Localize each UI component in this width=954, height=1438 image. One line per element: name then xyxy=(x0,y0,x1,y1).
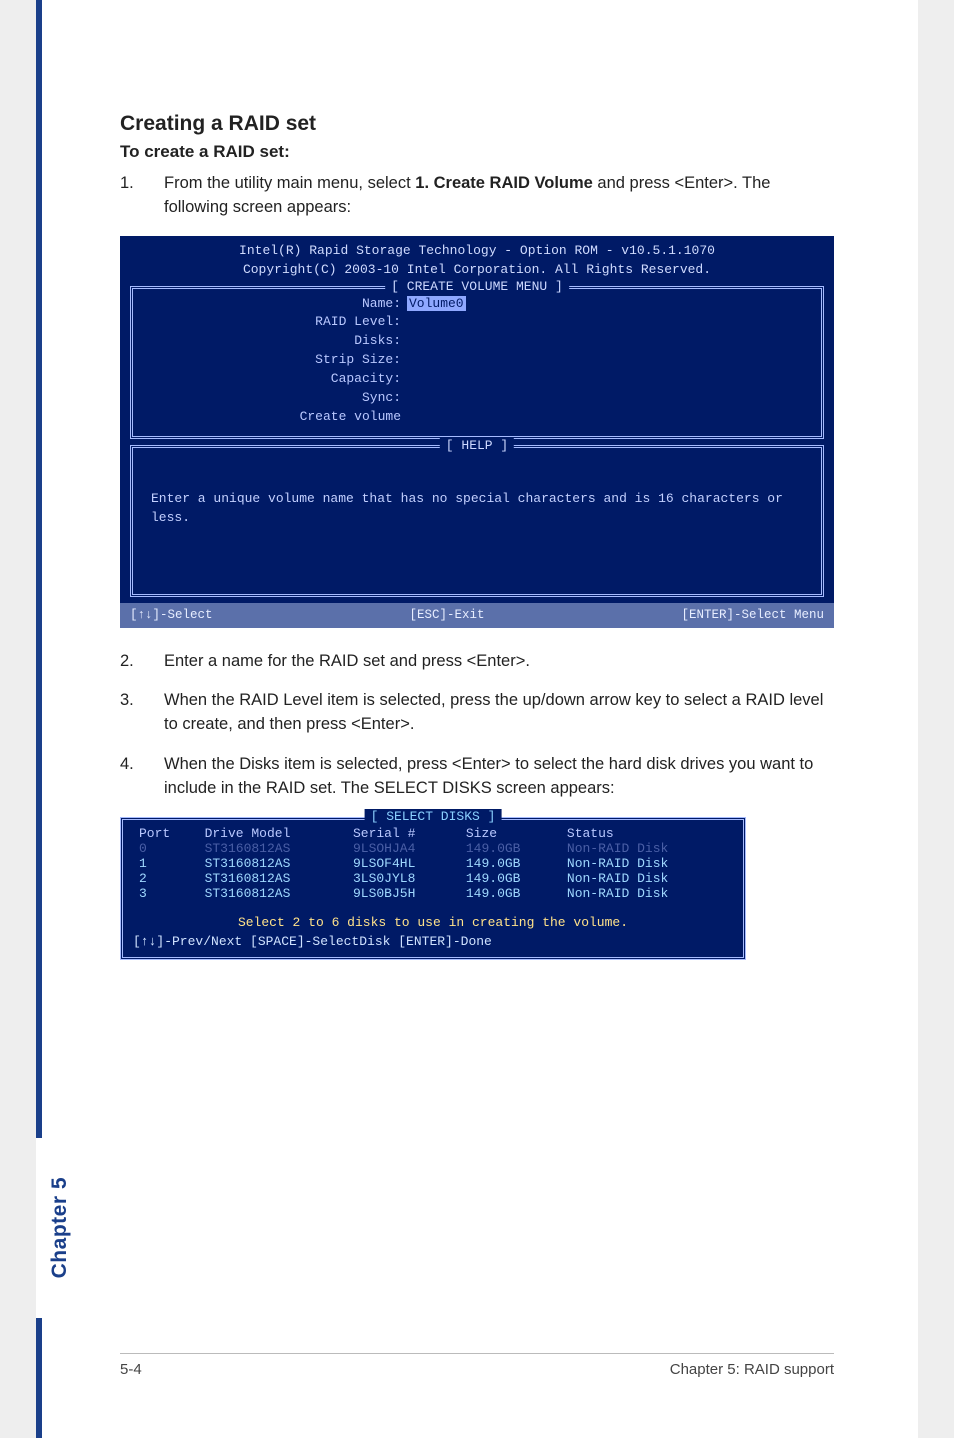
bios-footer-bar: [↑↓]-Select [ESC]-Exit [ENTER]-Select Me… xyxy=(120,603,834,627)
bios-help-frame-label: [ HELP ] xyxy=(440,437,514,456)
cell-status: Non-RAID Disk xyxy=(561,886,733,901)
bios-create-frame: [ CREATE VOLUME MENU ] Name:Volume0 RAID… xyxy=(130,286,824,440)
step-2-text: Enter a name for the RAID set and press … xyxy=(164,650,530,674)
bios-select-disks-label: [ SELECT DISKS ] xyxy=(365,809,502,824)
step-1-text: From the utility main menu, select 1. Cr… xyxy=(164,172,834,220)
field-capacity-label: Capacity: xyxy=(141,370,407,389)
table-row[interactable]: 1 ST3160812AS 9LSOF4HL 149.0GB Non-RAID … xyxy=(133,856,733,871)
disks-table-header-row: Port Drive Model Serial # Size Status xyxy=(133,826,733,841)
bios-footer-exit: [ESC]-Exit xyxy=(409,606,484,624)
bios-help-frame: [ HELP ] Enter a unique volume name that… xyxy=(130,445,824,597)
bios-footer-select: [↑↓]-Select xyxy=(130,606,213,624)
chapter-tab: Chapter 5 xyxy=(36,1138,84,1318)
disks-th-size: Size xyxy=(460,826,561,841)
disks-th-port: Port xyxy=(133,826,199,841)
footer-page-number: 5-4 xyxy=(120,1361,142,1378)
step-1-number: 1. xyxy=(120,172,134,220)
footer-rule xyxy=(120,1353,834,1354)
step-1: 1. From the utility main menu, select 1.… xyxy=(120,172,834,220)
disks-select-message: Select 2 to 6 disks to use in creating t… xyxy=(133,901,733,930)
cell-port: 3 xyxy=(133,886,199,901)
cell-serial: 9LSOHJA4 xyxy=(347,841,460,856)
cell-size: 149.0GB xyxy=(460,886,561,901)
disks-th-serial: Serial # xyxy=(347,826,460,841)
bios-create-frame-label: [ CREATE VOLUME MENU ] xyxy=(385,278,569,297)
cell-serial: 9LS0BJ5H xyxy=(347,886,460,901)
step-4-number: 4. xyxy=(120,753,134,801)
field-name-label: Name: xyxy=(141,295,407,314)
gutter-left xyxy=(0,0,36,1438)
field-create-volume-label: Create volume xyxy=(141,408,407,427)
disks-table: Port Drive Model Serial # Size Status 0 … xyxy=(133,826,733,901)
bios-select-disks-screen: [ SELECT DISKS ] Port Drive Model Serial… xyxy=(120,817,746,960)
cell-serial: 9LSOF4HL xyxy=(347,856,460,871)
step-1-bold: 1. Create RAID Volume xyxy=(415,174,593,192)
section-heading: Creating a RAID set xyxy=(120,112,834,136)
disks-th-model: Drive Model xyxy=(199,826,347,841)
bios-title-line-1: Intel(R) Rapid Storage Technology - Opti… xyxy=(120,242,834,261)
section-subheading: To create a RAID set: xyxy=(120,142,834,162)
chapter-tab-label: Chapter 5 xyxy=(48,1177,72,1278)
table-row[interactable]: 2 ST3160812AS 3LS0JYL8 149.0GB Non-RAID … xyxy=(133,871,733,886)
step-1-prefix: From the utility main menu, select xyxy=(164,174,415,192)
cell-size: 149.0GB xyxy=(460,841,561,856)
bios-help-body: Enter a unique volume name that has no s… xyxy=(141,454,813,538)
table-row[interactable]: 0 ST3160812AS 9LSOHJA4 149.0GB Non-RAID … xyxy=(133,841,733,856)
cell-model: ST3160812AS xyxy=(199,841,347,856)
field-name-value[interactable]: Volume0 xyxy=(407,296,466,311)
footer-chapter-title: Chapter 5: RAID support xyxy=(670,1361,834,1378)
cell-serial: 3LS0JYL8 xyxy=(347,871,460,886)
step-2-number: 2. xyxy=(120,650,134,674)
cell-model: ST3160812AS xyxy=(199,886,347,901)
cell-status: Non-RAID Disk xyxy=(561,841,733,856)
step-3-text: When the RAID Level item is selected, pr… xyxy=(164,689,834,737)
step-4: 4. When the Disks item is selected, pres… xyxy=(120,753,834,801)
step-2: 2. Enter a name for the RAID set and pre… xyxy=(120,650,834,674)
cell-size: 149.0GB xyxy=(460,871,561,886)
disks-th-status: Status xyxy=(561,826,733,841)
cell-model: ST3160812AS xyxy=(199,856,347,871)
bios-footer-select-menu: [ENTER]-Select Menu xyxy=(681,606,824,624)
cell-port: 0 xyxy=(133,841,199,856)
table-row[interactable]: 3 ST3160812AS 9LS0BJ5H 149.0GB Non-RAID … xyxy=(133,886,733,901)
field-sync-label: Sync: xyxy=(141,389,407,408)
field-raid-level-label: RAID Level: xyxy=(141,313,407,332)
step-4-text: When the Disks item is selected, press <… xyxy=(164,753,834,801)
cell-status: Non-RAID Disk xyxy=(561,856,733,871)
cell-model: ST3160812AS xyxy=(199,871,347,886)
cell-status: Non-RAID Disk xyxy=(561,871,733,886)
step-3: 3. When the RAID Level item is selected,… xyxy=(120,689,834,737)
step-3-number: 3. xyxy=(120,689,134,737)
page-footer: 5-4 Chapter 5: RAID support xyxy=(120,1361,834,1378)
field-disks-label: Disks: xyxy=(141,332,407,351)
cell-port: 1 xyxy=(133,856,199,871)
cell-port: 2 xyxy=(133,871,199,886)
field-strip-size-label: Strip Size: xyxy=(141,351,407,370)
gutter-right xyxy=(918,0,954,1438)
cell-size: 149.0GB xyxy=(460,856,561,871)
disks-help-line: [↑↓]-Prev/Next [SPACE]-SelectDisk [ENTER… xyxy=(133,930,733,949)
bios-create-volume-screen: Intel(R) Rapid Storage Technology - Opti… xyxy=(120,236,834,628)
